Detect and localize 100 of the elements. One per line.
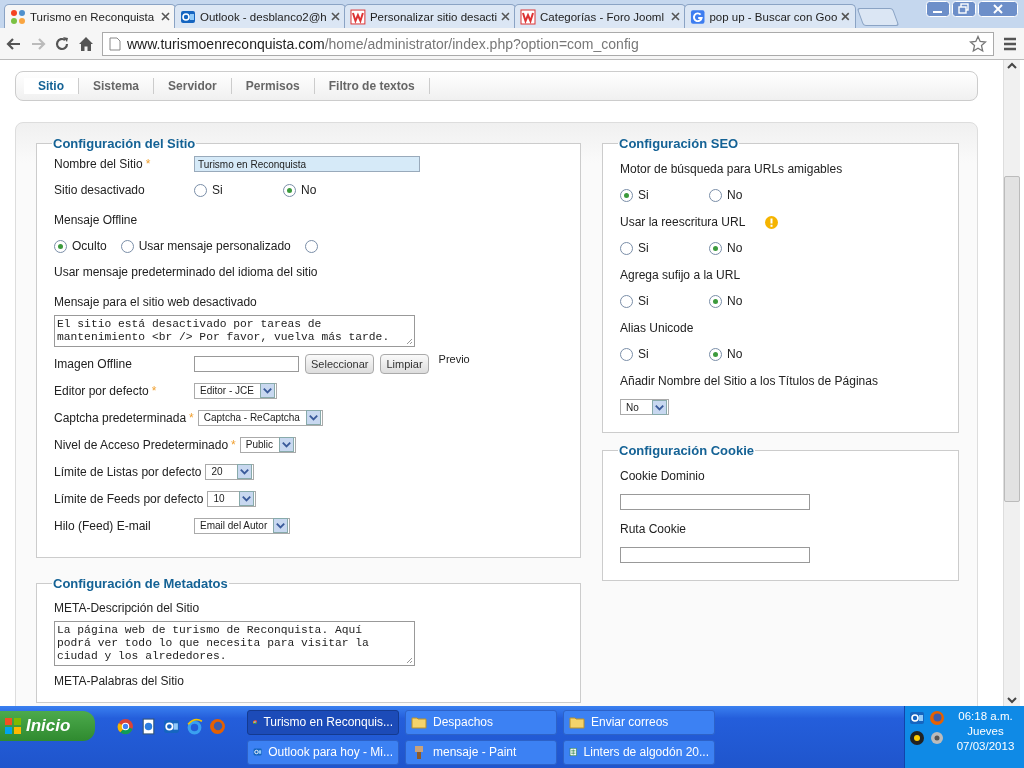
- browser-tab[interactable]: pop up - Buscar con Goo: [684, 4, 856, 28]
- windows-flag-icon: [4, 717, 22, 735]
- field-label: Agrega sufijo a la URL: [620, 268, 741, 282]
- section-tab[interactable]: Sitio: [24, 78, 79, 94]
- field-label: Motor de búsqueda para URLs amigables: [620, 162, 843, 176]
- taskbar-button[interactable]: Turismo en Reconquis...: [247, 709, 399, 735]
- text-field[interactable]: [620, 494, 810, 510]
- close-icon[interactable]: [161, 12, 170, 21]
- taskbar-button[interactable]: Despachos: [405, 709, 557, 735]
- radio-button[interactable]: [709, 188, 722, 202]
- page-icon: [109, 36, 121, 51]
- radio-button[interactable]: [283, 183, 296, 197]
- field-label: Alias Unicode: [620, 321, 694, 335]
- field-label: Mensaje para el sitio web desactivado: [54, 295, 257, 309]
- text-field[interactable]: [620, 547, 810, 563]
- radio-label: Si: [212, 183, 223, 197]
- dropdown[interactable]: 20: [205, 463, 255, 480]
- dropdown[interactable]: Captcha - ReCaptcha: [197, 409, 323, 426]
- address-bar[interactable]: www.turismoenreconquista.com/home/administrator/index.php?option=com_config: [102, 31, 994, 56]
- option-text: Usar mensaje predeterminado del idioma del sitio: [54, 265, 318, 279]
- text-area[interactable]: El sitio está desactivado por tareas de mantenimiento <br /> Por favor, vuelva más tarde.: [54, 315, 415, 347]
- section-tab[interactable]: Permisos: [231, 78, 315, 94]
- star-icon[interactable]: [969, 34, 987, 53]
- field-label: Sitio desactivado: [54, 183, 145, 197]
- outlook-icon: [163, 717, 180, 735]
- dropdown[interactable]: Public: [239, 436, 296, 453]
- field-label: Nombre del Sitio: [54, 157, 143, 171]
- radio-button[interactable]: [120, 239, 134, 253]
- text-field[interactable]: [194, 356, 299, 372]
- radio-label: Oculto: [72, 239, 107, 253]
- close-icon[interactable]: [841, 12, 850, 21]
- radio-button[interactable]: [54, 239, 67, 253]
- text-field[interactable]: Turismo en Reconquista: [194, 156, 420, 172]
- button[interactable]: Seleccionar: [305, 354, 375, 374]
- radio-label: Usar mensaje personalizado: [138, 239, 291, 253]
- google-icon: [690, 8, 706, 25]
- outlook-icon: [909, 710, 925, 726]
- menu-icon[interactable]: [1002, 35, 1018, 52]
- section-tab[interactable]: Filtro de textos: [314, 78, 430, 94]
- browser-tab[interactable]: Outlook - desblanco2@h: [174, 4, 346, 28]
- close-icon[interactable]: [331, 12, 340, 21]
- field-label: Añadir Nombre del Sitio a los Títulos de Páginas: [620, 374, 878, 388]
- preview-label: Previo: [438, 353, 470, 365]
- dropdown[interactable]: Email del Autor: [194, 517, 291, 534]
- minimize-icon[interactable]: [926, 1, 950, 17]
- radio-label: No: [727, 347, 743, 361]
- close-icon[interactable]: [671, 12, 680, 21]
- button[interactable]: Limpiar: [380, 354, 429, 374]
- reload-icon[interactable]: [54, 35, 70, 52]
- home-icon[interactable]: [78, 35, 94, 52]
- start-button[interactable]: Inicio: [0, 711, 95, 741]
- folder-icon: [411, 714, 427, 730]
- taskbar-button[interactable]: Enviar correos: [563, 709, 715, 735]
- radio-button[interactable]: [194, 183, 207, 197]
- radio-label: No: [301, 183, 317, 197]
- radio-button[interactable]: [620, 188, 633, 202]
- section-tab[interactable]: Sistema: [79, 78, 155, 94]
- taskbar-button[interactable]: Linters de algodón 20...: [563, 739, 715, 765]
- resize-grip-icon[interactable]: [405, 656, 413, 664]
- scrollbar-thumb[interactable]: [1004, 176, 1020, 502]
- browser-tab[interactable]: Categorías - Foro Jooml: [514, 4, 686, 28]
- back-icon[interactable]: [6, 35, 22, 52]
- section-tab[interactable]: Servidor: [154, 78, 232, 94]
- document-icon: [140, 717, 157, 735]
- radio-label: No: [727, 188, 743, 202]
- radio-button[interactable]: [304, 239, 318, 253]
- taskbar-button[interactable]: mensaje - Paint: [405, 739, 557, 765]
- field-label: Captcha predeterminada: [54, 410, 187, 425]
- radio-label: No: [727, 241, 743, 255]
- radio-button[interactable]: [620, 241, 633, 255]
- restore-icon[interactable]: [952, 1, 976, 17]
- taskbar-button[interactable]: Outlook para hoy - Mi...: [247, 739, 399, 765]
- radio-button[interactable]: [620, 347, 633, 361]
- radio-button[interactable]: [620, 294, 633, 308]
- speaker-icon: [929, 730, 945, 746]
- new-tab-button[interactable]: [856, 8, 900, 26]
- text-area[interactable]: La página web de turismo de Reconquista. Aquí podrá ver todo lo que necesita para visitar la ciudad y los alrededores.: [54, 621, 415, 666]
- dropdown[interactable]: 10: [207, 490, 257, 507]
- field-label: Imagen Offline: [54, 357, 132, 371]
- section-title: Configuración de Metadatos: [52, 576, 229, 591]
- radio-label: No: [727, 294, 743, 308]
- joomla-like-icon: [10, 8, 26, 25]
- field-label: Cookie Dominio: [620, 469, 705, 483]
- folder-icon: [569, 714, 585, 730]
- dropdown[interactable]: Editor - JCE: [194, 382, 277, 399]
- radio-button[interactable]: [709, 347, 722, 361]
- radio-button[interactable]: [709, 294, 722, 308]
- close-icon[interactable]: [501, 12, 510, 21]
- required-mark: *: [151, 383, 157, 398]
- field-label: Mensaje Offline: [54, 213, 138, 227]
- field-label: Usar la reescritura URL: [620, 215, 746, 229]
- outlook-icon: [180, 8, 196, 25]
- scroll-down-icon[interactable]: [1006, 694, 1018, 706]
- resize-grip-icon[interactable]: [405, 337, 413, 345]
- clock-day: Jueves: [967, 725, 1004, 737]
- dropdown[interactable]: No: [620, 399, 669, 415]
- browser-tab[interactable]: Personalizar sitio desacti: [344, 4, 516, 28]
- w-logo-icon: [520, 8, 536, 25]
- radio-button[interactable]: [709, 241, 722, 255]
- browser-tab[interactable]: Turismo en Reconquista: [4, 4, 176, 28]
